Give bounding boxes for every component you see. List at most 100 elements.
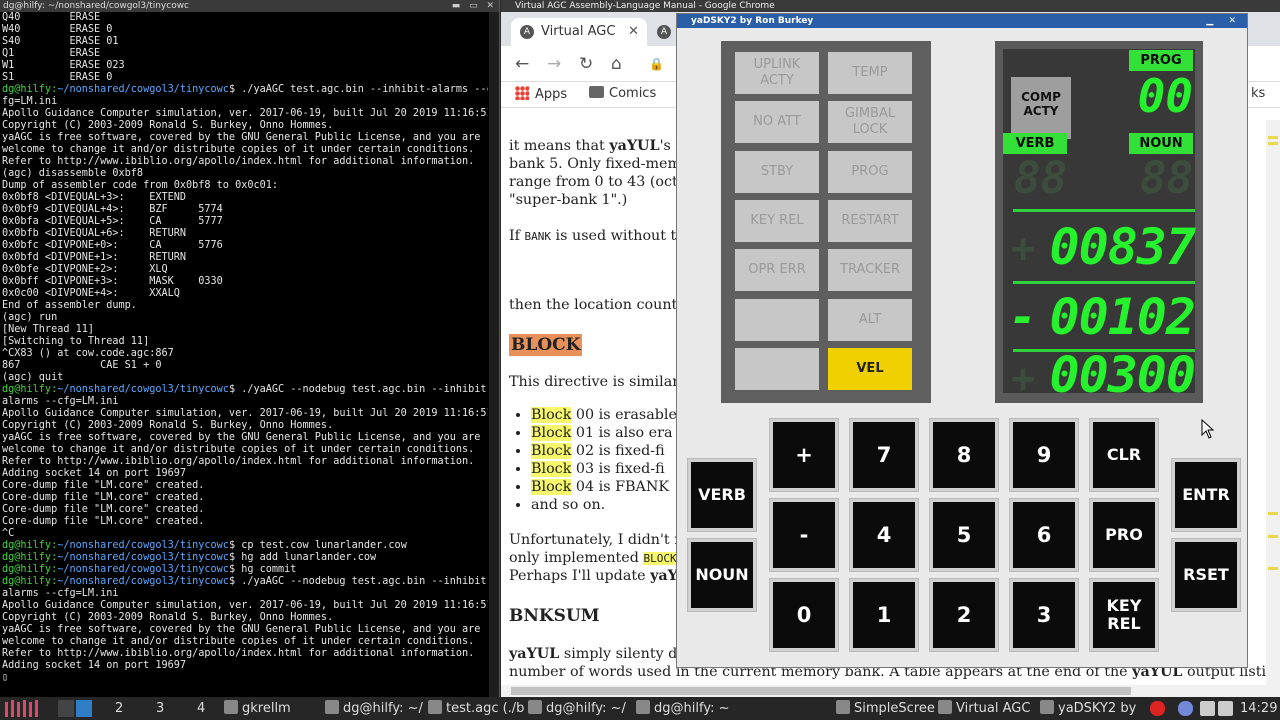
noun-digits: 88 — [1140, 153, 1193, 204]
key-3[interactable]: 3 — [1009, 578, 1079, 652]
key-2[interactable]: 2 — [929, 578, 999, 652]
terminal-line: S1 ERASE 0 — [2, 72, 113, 83]
noun-key[interactable]: NOUN — [687, 538, 757, 612]
workspace-1-thumb[interactable] — [58, 700, 74, 717]
taskbar-item-label: dg@hilfy: ~ — [654, 701, 730, 716]
terminal-line: dg@hilfy:~/nonshared/cowgol3/tinycowc$ .… — [2, 84, 488, 96]
workspace-3[interactable]: 3 — [156, 697, 164, 720]
terminal-window-buttons[interactable]: ▬ ▭ ✕ — [452, 0, 497, 12]
back-arrow-icon[interactable]: ← — [515, 54, 529, 74]
taskbar-window-item[interactable]: Virtual AGC — [938, 697, 1038, 720]
window-app-icon — [1040, 700, 1054, 714]
bookmark-apps[interactable]: Apps — [515, 86, 567, 102]
taskbar-window-item[interactable]: dg@hilfy: ~ — [636, 697, 832, 720]
taskbar-window-item[interactable]: test.agc (./b — [428, 697, 528, 720]
caution-lamp-panel: UPLINK ACTY TEMP NO ATT GIMBAL LOCK STBY PROG… — [721, 41, 931, 403]
page-vertical-scrollbar[interactable] — [1266, 120, 1280, 685]
lamp-opr-err: OPR ERR — [735, 249, 819, 292]
dsky-window[interactable]: yaDSKY2 by Ron Burkey ▁ ✕ UPLINK ACTY TEMP… — [676, 13, 1248, 668]
prog-digits: 00 — [1137, 69, 1193, 123]
workspace-pager[interactable] — [58, 697, 98, 720]
app-menu-icon[interactable] — [2, 697, 42, 720]
terminal-line: Core-dump file "LM.core" created. — [2, 480, 205, 491]
highlighted-word: Block — [531, 443, 572, 459]
r1-sign: + — [1011, 226, 1036, 272]
comp-acty-indicator: COMP ACTY — [1011, 77, 1071, 139]
page-horizontal-scrollbar[interactable] — [501, 685, 1280, 697]
forward-arrow-icon[interactable]: → — [547, 54, 561, 74]
clipboard-icon[interactable] — [1200, 701, 1215, 716]
lock-icon[interactable]: 🔒 — [649, 57, 664, 71]
highlighted-word: Block — [531, 407, 572, 423]
rset-key[interactable]: RSET — [1171, 538, 1241, 612]
key-9[interactable]: 9 — [1009, 418, 1079, 492]
volume-icon[interactable] — [1218, 701, 1233, 716]
terminal-line: Core-dump file "LM.core" created. — [2, 504, 205, 515]
plus-key[interactable]: + — [769, 418, 839, 492]
clr-key[interactable]: CLR — [1089, 418, 1159, 492]
verb-key[interactable]: VERB — [687, 458, 757, 532]
prompt-user: dg@hilfy: — [2, 540, 58, 551]
prompt-user: dg@hilfy: — [2, 552, 58, 563]
prompt-command: $ ./yaAGC --nodebug test.agc.bin --inhib… — [228, 576, 488, 587]
key-8[interactable]: 8 — [929, 418, 999, 492]
terminal-line: [Switching to Thread 11] — [2, 336, 150, 347]
bookmark-comics[interactable]: Comics — [589, 86, 656, 101]
dsky-titlebar[interactable]: yaDSKY2 by Ron Burkey ▁ ✕ — [677, 14, 1247, 28]
list-item: Block 02 is fixed-fi — [531, 443, 677, 461]
search-match-marker — [1268, 535, 1278, 538]
lamp-key-rel: KEY REL — [735, 199, 819, 242]
taskbar-window-item[interactable]: dg@hilfy: ~/ — [325, 697, 425, 720]
display-panel: COMP ACTY PROG 00 VERB NOUN 88 88 + 0083… — [995, 41, 1203, 404]
scroll-thumb[interactable] — [511, 687, 1131, 695]
taskbar-window-item[interactable]: SimpleScree — [836, 697, 936, 720]
discord-icon[interactable] — [1178, 701, 1193, 716]
taskbar-window-item[interactable]: dg@hilfy: ~/ — [528, 697, 634, 720]
dsky-window-buttons[interactable]: ▁ ✕ — [1206, 14, 1242, 28]
heading-block-text: BLOCK — [509, 334, 583, 356]
list-item-text: 00 is erasable — [571, 407, 677, 423]
terminal-window[interactable]: dg@hilfy: ~/nonshared/cowgol3/tinycowc ▬… — [0, 0, 500, 697]
key-rel-key[interactable]: KEY REL — [1089, 578, 1159, 652]
mouse-cursor-icon — [1201, 419, 1215, 439]
workspace-active-thumb[interactable] — [76, 700, 92, 717]
terminal-line: Copyright (C) 2003-2009 Ronald S. Burkey… — [2, 120, 334, 131]
taskbar-window-item[interactable]: gkrellm — [224, 697, 324, 720]
terminal-line: Apollo Guidance Computer simulation, ver… — [2, 108, 488, 119]
register-2: 00102 — [1049, 288, 1196, 346]
terminal-line: Refer to http://www.ibiblio.org/apollo/i… — [2, 156, 475, 167]
key-0[interactable]: 0 — [769, 578, 839, 652]
minus-key[interactable]: - — [769, 498, 839, 572]
chrome-titlebar[interactable]: Virtual AGC Assembly-Language Manual - G… — [501, 0, 1280, 12]
prompt-command: $ ./yaAGC --nodebug test.agc.bin --inhib… — [228, 384, 488, 395]
terminal-line: 0x0bff <DIVPONE+3>: MASK 0330 — [2, 276, 223, 287]
taskbar-window-item[interactable]: yaDSKY2 by — [1040, 697, 1146, 720]
home-icon[interactable]: ⌂ — [611, 54, 622, 74]
taskbar-item-label: dg@hilfy: ~/ — [546, 701, 626, 716]
terminal-output[interactable]: Q40 ERASE W40 ERASE 0 S40 ERASE 01 Q1 ERASE… — [0, 12, 488, 697]
key-4[interactable]: 4 — [849, 498, 919, 572]
bookmark-overflow[interactable]: ks — [1251, 86, 1265, 101]
lamp-tracker: TRACKER — [828, 249, 912, 292]
terminal-titlebar[interactable]: dg@hilfy: ~/nonshared/cowgol3/tinycowc ▬… — [0, 0, 499, 12]
site-favicon-icon: A — [520, 25, 534, 39]
redshift-icon[interactable] — [1150, 701, 1165, 716]
terminal-line: 0x0bfd <DIVPONE+1>: RETURN — [2, 252, 187, 263]
reload-icon[interactable]: ↻ — [579, 54, 593, 74]
terminal-line: ^C — [2, 528, 15, 539]
workspace-4[interactable]: 4 — [197, 697, 205, 720]
key-6[interactable]: 6 — [1009, 498, 1079, 572]
key-5[interactable]: 5 — [929, 498, 999, 572]
entr-key[interactable]: ENTR — [1171, 458, 1241, 532]
terminal-line: W40 ERASE 0 — [2, 24, 113, 35]
key-1[interactable]: 1 — [849, 578, 919, 652]
workspace-2[interactable]: 2 — [115, 697, 123, 720]
key-7[interactable]: 7 — [849, 418, 919, 492]
terminal-scrollbar[interactable] — [489, 12, 499, 697]
pro-key[interactable]: PRO — [1089, 498, 1159, 572]
tab-virtual-agc[interactable]: A Virtual AGC ✕ — [511, 18, 647, 46]
clock[interactable]: 14:29 — [1240, 697, 1277, 720]
tab-close-icon[interactable]: ✕ — [628, 18, 639, 46]
terminal-line: yaAGC is free software, covered by the G… — [2, 624, 481, 635]
prompt-dir: ~/nonshared/cowgol3/tinycowc — [57, 384, 229, 395]
